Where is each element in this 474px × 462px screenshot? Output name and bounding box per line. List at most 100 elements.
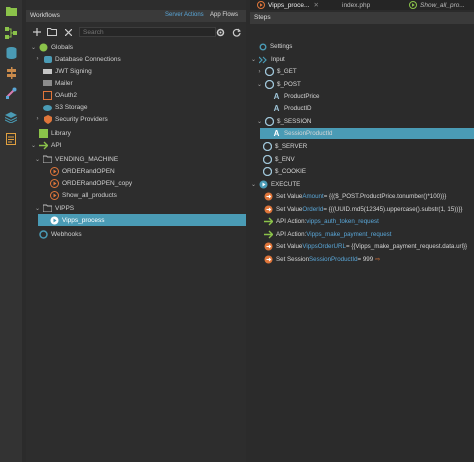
gear-icon[interactable] <box>214 26 226 38</box>
step-set-value-vipps-url[interactable]: Set Value VippsOrderURL = {{Vipps_make_p… <box>264 241 467 252</box>
tab-vipps-process[interactable]: Vipps_proce... ✕ <box>256 0 319 10</box>
tree-item-globals[interactable]: ⌄ Globals <box>30 41 73 53</box>
tree-label: VIPPS <box>55 204 75 212</box>
tree-item-mailer[interactable]: Mailer <box>43 77 73 89</box>
input-cookie[interactable]: $_COOKIE <box>263 166 306 177</box>
tab-server-actions[interactable]: Server Actions <box>165 12 204 18</box>
chevron-down-icon[interactable]: ⌄ <box>256 80 263 89</box>
input-get[interactable]: › $_GET <box>256 66 297 77</box>
new-folder-icon[interactable] <box>46 26 58 38</box>
step-set-session[interactable]: Set Session SessionProductId = 999 ⇨ <box>264 254 380 265</box>
input-env[interactable]: $_ENV <box>263 154 295 165</box>
text-icon: A <box>273 92 280 101</box>
tree-item-vipps-process[interactable]: Vipps_process <box>38 214 246 226</box>
steps-input[interactable]: ⌄ Input <box>250 54 285 65</box>
tree-item-oauth2[interactable]: OAuth2 <box>43 89 77 101</box>
panel-title: Workflows <box>30 12 60 19</box>
tree-label: API <box>51 141 62 149</box>
api-icon <box>264 230 273 239</box>
add-icon[interactable] <box>31 26 43 38</box>
execute-icon <box>259 180 268 189</box>
shield-icon <box>43 114 52 124</box>
input-post[interactable]: ⌄ $_POST <box>256 79 301 90</box>
step-api-action-payment[interactable]: API Action: Vipps_make_payment_request <box>264 229 391 240</box>
webhook-icon <box>39 229 48 239</box>
object-icon <box>265 117 274 126</box>
folder-icon <box>43 204 52 213</box>
tab-show-all-products[interactable]: Show_all_pro... <box>408 0 465 10</box>
tab-index-php[interactable]: index.php <box>342 0 370 10</box>
tree-item-webhooks[interactable]: Webhooks <box>30 228 82 240</box>
session-product-id[interactable]: A SessionProductId <box>260 128 474 139</box>
play-icon <box>50 216 59 225</box>
gear-icon <box>258 42 267 51</box>
key-icon <box>43 67 52 76</box>
activity-bar <box>0 0 22 462</box>
globe-icon <box>39 43 48 52</box>
text-icon: A <box>273 104 280 113</box>
close-icon[interactable]: ✕ <box>313 1 318 9</box>
tree-item-security-providers[interactable]: › Security Providers <box>34 113 108 125</box>
folder-icon[interactable] <box>4 4 18 18</box>
play-icon <box>408 1 417 10</box>
tree-item-jwt-signing[interactable]: JWT Signing <box>43 65 92 77</box>
panel-title: Steps <box>254 14 271 21</box>
object-icon <box>265 80 274 89</box>
tree-label: ORDERandOPEN <box>62 167 115 175</box>
chevron-down-icon[interactable]: ⌄ <box>250 180 257 189</box>
steps-settings[interactable]: Settings <box>258 41 292 52</box>
arrow-circle-icon <box>264 255 273 264</box>
arrow-circle-icon <box>264 242 273 251</box>
tree-label: Database Connections <box>55 55 121 63</box>
tree-item-database-connections[interactable]: › Database Connections <box>34 53 121 65</box>
layers-icon[interactable] <box>4 110 18 124</box>
chevron-down-icon[interactable]: ⌄ <box>34 155 41 164</box>
post-product-id[interactable]: A ProductID <box>272 103 312 114</box>
object-icon <box>263 155 272 164</box>
tree-label: ORDERandOPEN_copy <box>62 179 133 187</box>
step-set-value-amount[interactable]: Set Value Amount = {{($_POST.ProductPric… <box>264 191 446 202</box>
workflows-header: Workflows Server Actions App Flows <box>26 10 246 22</box>
tree-label: Webhooks <box>51 230 82 238</box>
chevron-down-icon[interactable]: ⌄ <box>256 117 263 126</box>
workflow-icon[interactable] <box>4 26 18 40</box>
signpost-icon[interactable] <box>4 66 18 80</box>
chevron-right-icon[interactable]: › <box>256 67 263 76</box>
close-icon[interactable] <box>62 26 74 38</box>
api-icon <box>39 141 48 150</box>
steps-execute[interactable]: ⌄ EXECUTE <box>250 179 300 190</box>
chevron-down-icon[interactable]: ⌄ <box>30 141 37 150</box>
refresh-icon[interactable] <box>230 26 242 38</box>
input-session[interactable]: ⌄ $_SESSION <box>256 116 311 127</box>
database-icon[interactable] <box>4 46 18 60</box>
tree-item-api[interactable]: ⌄ API <box>30 139 61 151</box>
step-set-value-orderid[interactable]: Set Value OrderId = {{(UUID.md5(12345).u… <box>264 204 462 215</box>
chevron-down-icon[interactable]: ⌄ <box>30 43 37 52</box>
chevron-right-icon[interactable]: › <box>34 55 41 64</box>
tree-item-vipps[interactable]: ⌄ VIPPS <box>34 202 74 214</box>
play-icon <box>256 1 265 10</box>
search-input[interactable] <box>79 27 216 37</box>
tools-icon[interactable] <box>4 86 18 100</box>
tree-item-order-and-open[interactable]: ORDERandOPEN <box>50 165 115 177</box>
tree-item-library[interactable]: Library <box>30 127 71 139</box>
tree-item-vending-machine[interactable]: ⌄ VENDING_MACHINE <box>34 153 118 165</box>
play-icon <box>50 166 59 176</box>
tree-item-s3-storage[interactable]: S3 Storage <box>43 101 88 113</box>
tree-label: Vipps_process <box>62 216 105 224</box>
post-product-price[interactable]: A ProductPrice <box>272 91 320 102</box>
chevron-right-icon[interactable]: › <box>34 115 41 124</box>
tree-item-show-all-products[interactable]: Show_all_products <box>50 189 117 201</box>
arrow-circle-icon <box>264 192 273 201</box>
step-api-action-token[interactable]: API Action: vipps_auth_token_request <box>264 216 379 227</box>
input-server[interactable]: $_SERVER <box>263 141 307 152</box>
tree-label: OAuth2 <box>55 91 78 99</box>
chevron-down-icon[interactable]: ⌄ <box>34 204 41 213</box>
chevron-down-icon[interactable]: ⌄ <box>250 55 257 64</box>
tree-item-order-and-open-copy[interactable]: ORDERandOPEN_copy <box>50 177 132 189</box>
steps-header: Steps <box>250 12 474 24</box>
object-icon <box>263 167 272 176</box>
tree-label: JWT Signing <box>55 67 92 75</box>
tasks-icon[interactable] <box>4 132 18 146</box>
tab-app-flows[interactable]: App Flows <box>210 12 238 18</box>
